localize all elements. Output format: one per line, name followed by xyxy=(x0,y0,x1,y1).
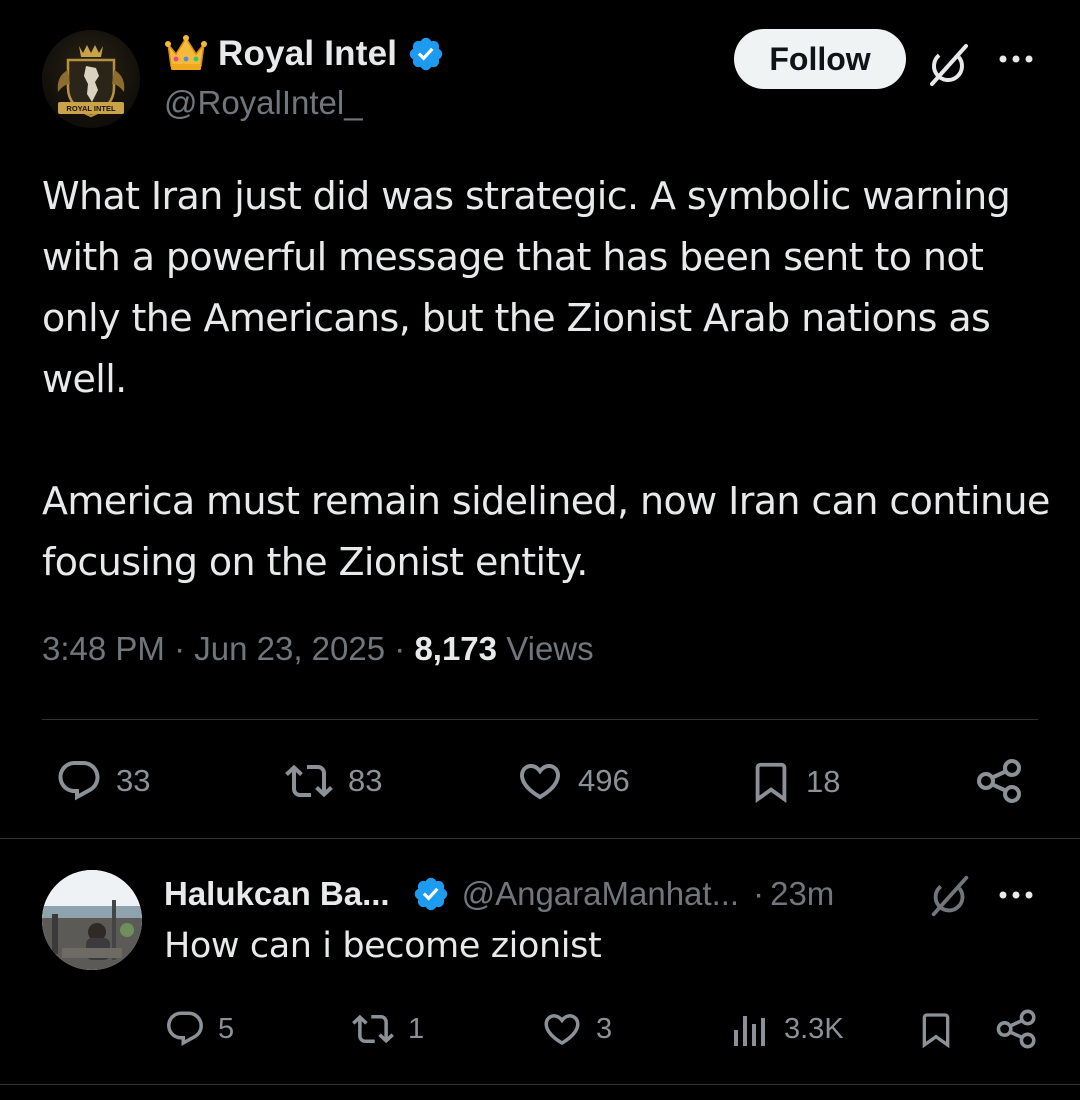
post-detail-page: ROYAL INTEL Royal Intel @RoyalIntel_ Fol… xyxy=(0,0,1080,1100)
author-avatar[interactable]: ROYAL INTEL xyxy=(42,30,140,128)
reply-text: How can i become zionist xyxy=(164,926,602,966)
tweet-time[interactable]: 3:48 PM xyxy=(42,630,165,667)
verified-badge-icon xyxy=(414,877,447,911)
meta-separator: · xyxy=(394,630,406,667)
divider xyxy=(42,719,1038,720)
grok-icon[interactable] xyxy=(926,872,974,920)
repost-action[interactable]: 83 xyxy=(282,757,382,805)
more-options-icon[interactable] xyxy=(996,880,1036,910)
follow-button[interactable]: Follow xyxy=(734,29,906,89)
share-action[interactable] xyxy=(974,755,1026,807)
heart-icon xyxy=(519,764,561,800)
reply-reply-action[interactable]: 5 xyxy=(164,1008,234,1050)
author-handle[interactable]: @RoyalIntel_ xyxy=(164,84,363,122)
views-chart-icon xyxy=(734,1016,765,1046)
repost-count: 83 xyxy=(348,763,383,798)
bookmark-icon xyxy=(755,762,787,803)
more-options-icon[interactable] xyxy=(996,44,1036,74)
bookmark-icon xyxy=(922,1013,950,1049)
reply-author-avatar[interactable] xyxy=(42,870,142,970)
heart-icon xyxy=(544,1014,580,1046)
tweet-meta: 3:48 PM · Jun 23, 2025 · 8,173 Views xyxy=(42,630,594,668)
views-count[interactable]: 8,173 xyxy=(414,630,497,667)
verified-badge-icon xyxy=(409,37,443,71)
reply-reply-count: 5 xyxy=(218,1012,235,1045)
reply-like-count: 3 xyxy=(596,1012,613,1045)
like-count: 496 xyxy=(578,763,630,798)
like-action[interactable]: 496 xyxy=(514,757,630,805)
tweet-text: What Iran just did was strategic. A symb… xyxy=(42,166,1052,593)
reply-bubble-icon xyxy=(167,1011,203,1046)
reply-avatar-photo xyxy=(42,870,142,970)
tweet-date[interactable]: Jun 23, 2025 xyxy=(194,630,385,667)
tweet-paragraph: What Iran just did was strategic. A symb… xyxy=(42,174,1011,401)
reply-time[interactable]: 23m xyxy=(770,875,834,913)
author-name[interactable]: Royal Intel xyxy=(218,34,397,74)
views-label: Views xyxy=(506,630,594,667)
divider xyxy=(0,838,1080,839)
logo-lettering: ROYAL INTEL xyxy=(66,104,116,113)
reply-bubble-icon xyxy=(58,761,100,801)
grok-icon[interactable] xyxy=(924,40,974,90)
reply-repost-action[interactable]: 1 xyxy=(350,1008,424,1050)
share-icon xyxy=(977,759,1021,803)
royal-intel-logo: ROYAL INTEL xyxy=(57,45,125,118)
share-icon xyxy=(996,1009,1036,1049)
reply-views-count: 3.3K xyxy=(784,1012,844,1045)
reply-share-action[interactable] xyxy=(994,1006,1040,1052)
crown-emoji-icon xyxy=(165,35,207,70)
tweet-paragraph: America must remain sidelined, now Iran … xyxy=(42,479,1050,584)
reply-repost-count: 1 xyxy=(408,1012,425,1045)
repost-icon xyxy=(352,1014,394,1044)
reply-like-action[interactable]: 3 xyxy=(540,1008,612,1050)
reply-bookmark-action[interactable] xyxy=(916,1008,956,1052)
reply-author-name[interactable]: Halukcan Ba... xyxy=(164,875,390,913)
reply-action[interactable]: 33 xyxy=(54,757,150,805)
reply-views-action[interactable]: 3.3K xyxy=(730,1008,844,1050)
bookmark-action[interactable]: 18 xyxy=(748,757,840,807)
reply-count: 33 xyxy=(116,763,151,798)
author-name-row: Royal Intel xyxy=(164,32,445,76)
reply-separator: · xyxy=(753,875,765,912)
divider xyxy=(0,1084,1080,1085)
meta-separator: · xyxy=(174,630,186,667)
repost-icon xyxy=(285,764,333,798)
bookmark-count: 18 xyxy=(806,764,841,799)
reply-author-handle[interactable]: @AngaraManhat... xyxy=(462,875,740,913)
reply-header: Halukcan Ba... @AngaraManhat... · 23m xyxy=(164,872,834,916)
